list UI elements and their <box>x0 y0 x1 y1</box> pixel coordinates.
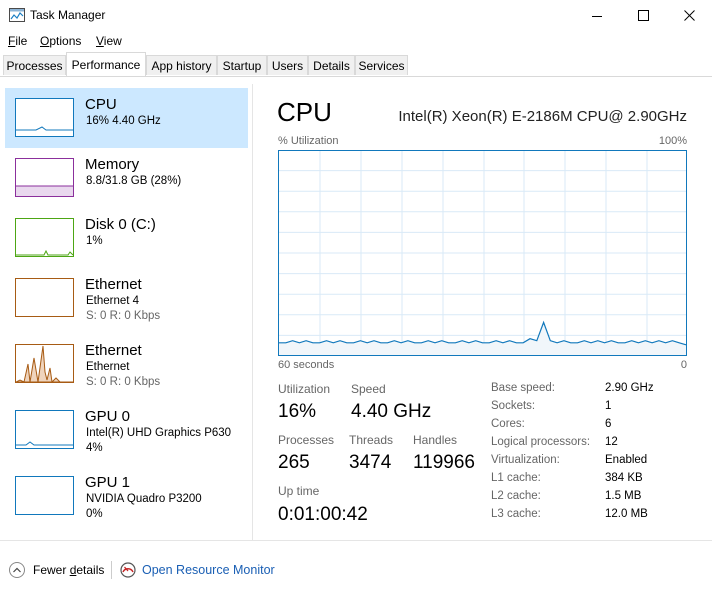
footer-separator <box>111 561 112 579</box>
resource-monitor-icon <box>120 562 136 578</box>
cpu-model-name: Intel(R) Xeon(R) E-2186M CPU@ 2.90GHz <box>398 108 687 125</box>
sidebar-graph-thumbnail <box>15 158 74 197</box>
spec-label: L3 cache: <box>491 508 541 520</box>
sidebar-item-name: Memory <box>85 156 140 173</box>
sidebar-item-detail-2: 4% <box>86 442 103 454</box>
utilization-label: Utilization <box>278 382 331 396</box>
sidebar-item-name: Ethernet <box>85 342 142 359</box>
graph-max-label: 100% <box>658 135 687 147</box>
sidebar-item-detail: 16% 4.40 GHz <box>86 115 161 127</box>
sidebar-item-gpu-1[interactable]: GPU 1 NVIDIA Quadro P3200 0% <box>5 466 248 526</box>
handles-value: 119966 <box>413 452 475 473</box>
sidebar-item-detail: NVIDIA Quadro P3200 <box>86 493 202 505</box>
tab-performance[interactable]: Performance <box>66 52 146 76</box>
utilization-value: 16% <box>278 401 317 422</box>
tab-processes[interactable]: Processes <box>3 55 66 75</box>
speed-value: 4.40 GHz <box>351 401 432 422</box>
sidebar-graph-thumbnail <box>15 98 74 137</box>
sidebar-item-name: GPU 0 <box>85 408 131 425</box>
processes-label: Processes <box>278 433 335 447</box>
task-manager-icon <box>9 8 25 22</box>
sidebar-item-detail-2: 0% <box>86 508 103 520</box>
open-resource-monitor-link[interactable]: Open Resource Monitor <box>120 562 275 578</box>
spec-label: Logical processors: <box>491 436 591 448</box>
tab-details[interactable]: Details <box>308 55 355 75</box>
spec-label: L2 cache: <box>491 490 541 502</box>
spec-value: 12 <box>605 436 618 448</box>
spec-label: Base speed: <box>491 382 555 394</box>
footer-bar: Fewer details Open Resource Monitor <box>0 540 712 596</box>
sidebar-item-name: GPU 1 <box>85 474 131 491</box>
spec-value: 6 <box>605 418 612 430</box>
sidebar-item-detail-2: S: 0 R: 0 Kbps <box>86 376 161 388</box>
spec-value: 1 <box>605 400 612 412</box>
title-bar: Task Manager <box>0 0 712 31</box>
handles-label: Handles <box>413 433 458 447</box>
tab-users[interactable]: Users <box>267 55 308 75</box>
cpu-utilization-graph <box>278 150 687 356</box>
sidebar-item-detail-2: S: 0 R: 0 Kbps <box>86 310 161 322</box>
sidebar-item-name: Ethernet <box>85 276 142 293</box>
speed-label: Speed <box>351 382 386 396</box>
uptime-label: Up time <box>278 484 320 498</box>
sidebar-item-gpu-0[interactable]: GPU 0 Intel(R) UHD Graphics P630 4% <box>5 400 248 460</box>
close-icon <box>683 10 695 21</box>
sidebar-graph-thumbnail <box>15 218 74 257</box>
sidebar-graph-thumbnail <box>15 410 74 449</box>
sidebar-item-name: CPU <box>85 96 117 113</box>
sidebar-item-detail: 8.8/31.8 GB (28%) <box>86 175 182 187</box>
sidebar-graph-thumbnail <box>15 344 74 383</box>
menu-options[interactable]: Options <box>40 34 81 48</box>
sidebar-item-disk-0-c[interactable]: Disk 0 (C:) 1% <box>5 208 248 268</box>
sidebar-graph-thumbnail <box>15 476 74 515</box>
sidebar-item-detail: 1% <box>86 235 103 247</box>
tab-startup[interactable]: Startup <box>217 55 267 75</box>
sidebar-item-detail: Ethernet 4 <box>86 295 140 307</box>
processes-value: 265 <box>278 452 310 473</box>
minimize-button[interactable] <box>574 0 620 31</box>
menu-bar: File Options View <box>0 31 712 51</box>
menu-file[interactable]: File <box>8 34 27 48</box>
spec-value: 1.5 MB <box>605 490 642 502</box>
threads-value: 3474 <box>349 452 392 473</box>
close-button[interactable] <box>666 0 712 31</box>
spec-value: 2.90 GHz <box>605 382 654 394</box>
spec-label: L1 cache: <box>491 472 541 484</box>
threads-label: Threads <box>349 433 394 447</box>
sidebar-item-ethernet-4[interactable]: Ethernet Ethernet 4 S: 0 R: 0 Kbps <box>5 268 248 328</box>
spec-value: 12.0 MB <box>605 508 648 520</box>
chevron-up-icon <box>9 562 25 578</box>
graph-label: % Utilization <box>278 135 339 147</box>
spec-value: Enabled <box>605 454 648 466</box>
graph-min-label: 0 <box>680 359 687 371</box>
spec-value: 384 KB <box>605 472 643 484</box>
window-title: Task Manager <box>30 8 106 22</box>
tab-app-history[interactable]: App history <box>146 55 217 75</box>
sidebar-item-name: Disk 0 (C:) <box>85 216 156 233</box>
open-resource-monitor-label: Open Resource Monitor <box>142 563 275 577</box>
sidebar-item-memory[interactable]: Memory 8.8/31.8 GB (28%) <box>5 148 248 208</box>
sidebar-item-ethernet[interactable]: Ethernet Ethernet S: 0 R: 0 Kbps <box>5 334 248 394</box>
tab-services[interactable]: Services <box>355 55 408 75</box>
sidebar-divider <box>252 84 253 540</box>
tab-strip: Processes Performance App history Startup Us… <box>0 52 712 77</box>
maximize-icon <box>637 10 649 21</box>
sidebar-item-cpu[interactable]: CPU 16% 4.40 GHz <box>5 88 248 148</box>
fewer-details-label: Fewer details <box>33 563 105 577</box>
minimize-icon <box>592 15 602 17</box>
sidebar-item-detail: Intel(R) UHD Graphics P630 <box>86 427 232 439</box>
sidebar-graph-thumbnail <box>15 278 74 317</box>
spec-label: Sockets: <box>491 400 536 412</box>
sidebar-item-detail: Ethernet <box>86 361 130 373</box>
maximize-button[interactable] <box>620 0 666 31</box>
resource-sidebar: CPU 16% 4.40 GHz Memory 8.8/31.8 GB (28%) Di… <box>0 84 252 530</box>
spec-label: Cores: <box>491 418 525 430</box>
menu-view[interactable]: View <box>96 34 122 48</box>
graph-span-label: 60 seconds <box>278 359 335 371</box>
fewer-details-button[interactable]: Fewer details <box>9 562 104 578</box>
page-title: CPU <box>277 97 332 127</box>
uptime-value: 0:01:00:42 <box>278 504 368 525</box>
spec-label: Virtualization: <box>491 454 560 466</box>
